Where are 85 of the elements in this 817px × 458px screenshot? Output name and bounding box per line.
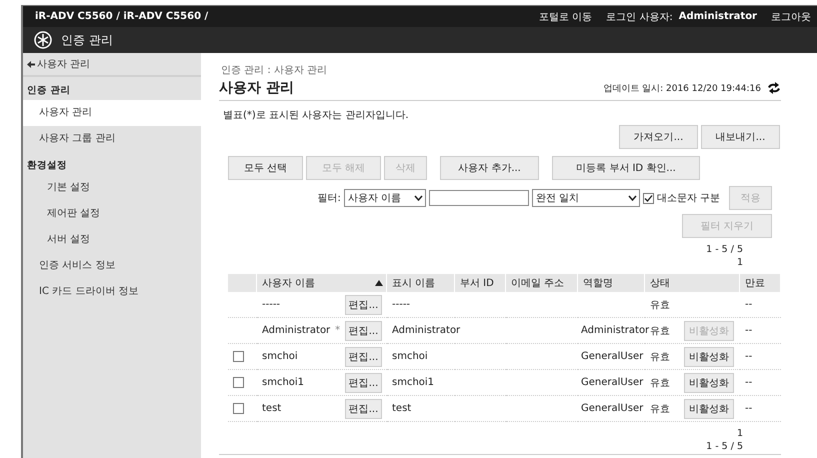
sidebar-item[interactable]: 기본 설정 [23, 175, 201, 201]
edit-button[interactable]: 편집... [345, 398, 382, 418]
role-name: GeneralUser [581, 377, 644, 388]
sidebar-item[interactable]: IC 카드 드라이버 정보 [23, 279, 201, 305]
role-name: Administrator [581, 325, 650, 336]
column-header[interactable]: 이메일 주소 [506, 274, 577, 292]
admin-note: 별표(*)로 표시된 사용자는 관리자입니다. [222, 109, 410, 123]
breadcrumb: 인증 관리 : 사용자 관리 [220, 64, 328, 78]
case-checkbox[interactable] [642, 192, 654, 204]
filter-text-field[interactable] [428, 190, 529, 206]
back-link[interactable]: 사용자 관리 [23, 53, 201, 77]
admin-mark: * [335, 325, 340, 336]
deactivate-button[interactable]: 비활성화 [684, 398, 734, 418]
user-name: smchoi [262, 351, 298, 362]
deactivate-button[interactable]: 비활성화 [684, 346, 734, 366]
display-name: Administrator [392, 325, 460, 336]
row-checkbox[interactable] [233, 351, 244, 362]
status-text: 유효 [650, 298, 670, 312]
page-title: 사용자 관리 [219, 79, 295, 97]
expiry-text: -- [745, 325, 752, 336]
role-name: GeneralUser [581, 351, 644, 362]
display-name: smchoi1 [392, 377, 434, 388]
match-select[interactable]: 완전 일치 [532, 189, 640, 207]
column-header[interactable]: 역할명 [578, 274, 644, 292]
caret-icon [628, 195, 637, 201]
deactivate-button[interactable]: 비활성화 [684, 372, 734, 392]
header-cell [228, 274, 256, 292]
page-range: 1 - 5 / 5 [706, 244, 743, 255]
login-label: 로그인 사용자: [606, 10, 673, 24]
row-checkbox[interactable] [233, 403, 244, 414]
action-button[interactable]: 사용자 추가... [440, 156, 539, 180]
user-name: test [262, 403, 282, 414]
status-text: 유효 [650, 402, 670, 416]
column-header[interactable]: 부서 ID [455, 274, 505, 292]
expiry-text: -- [745, 351, 752, 362]
display-name: test [392, 403, 412, 414]
device-path: iR-ADV C5560 / iR-ADV C5560 / [35, 11, 210, 22]
edit-button[interactable]: 편집... [345, 320, 382, 340]
portal-link[interactable]: 포털로 이동 [538, 10, 592, 24]
app-title: 인증 관리 [61, 32, 113, 48]
filter-field-select[interactable]: 사용자 이름 [344, 189, 426, 207]
column-header[interactable]: 만료 [740, 274, 780, 292]
display-name: ----- [392, 299, 410, 310]
user-name: smchoi1 [262, 377, 304, 388]
page-number[interactable]: 1 [736, 428, 743, 439]
page-number[interactable]: 1 [736, 257, 743, 268]
row-checkbox[interactable] [233, 377, 244, 388]
update-time: 업데이트 일시: 2016 12/20 19:44:16 [603, 82, 761, 94]
role-name: GeneralUser [581, 403, 644, 414]
status-text: 유효 [650, 350, 670, 364]
edit-button[interactable]: 편집... [345, 346, 382, 366]
edit-button[interactable]: 편집... [345, 294, 382, 314]
status-text: 유효 [650, 376, 670, 390]
action-button[interactable]: 미등록 부서 ID 확인... [552, 156, 700, 180]
column-header[interactable]: 상태 [645, 274, 739, 292]
sidebar-item[interactable]: 서버 설정 [23, 227, 201, 253]
logout-link[interactable]: 로그아웃 [771, 10, 811, 24]
filter-label: 필터: [317, 192, 341, 205]
sidebar-item[interactable]: 인증 서비스 정보 [23, 253, 201, 279]
caret-icon [414, 195, 423, 201]
sidebar-item[interactable]: 제어판 설정 [23, 201, 201, 227]
logo-icon [33, 30, 53, 50]
status-text: 유효 [650, 324, 670, 338]
sidebar-item[interactable]: 사용자 관리 [23, 100, 201, 126]
sort-icon [375, 280, 383, 286]
refresh-icon[interactable] [767, 82, 781, 94]
section-title: 인증 관리 [26, 84, 72, 98]
section-title: 환경설정 [26, 159, 68, 173]
expiry-text: -- [745, 299, 752, 310]
import-button[interactable]: 가져오기... [619, 125, 698, 149]
action-button[interactable]: 모두 선택 [228, 156, 303, 180]
sidebar-item[interactable]: 사용자 그룹 관리 [23, 126, 201, 152]
page-range: 1 - 5 / 5 [706, 441, 743, 452]
column-header[interactable]: 표시 이름 [387, 274, 454, 292]
user-name: Administrator [262, 325, 330, 336]
expiry-text: -- [745, 403, 752, 414]
back-arrow-icon [27, 60, 35, 68]
edit-button[interactable]: 편집... [345, 372, 382, 392]
user-name: ----- [262, 299, 280, 310]
display-name: smchoi [392, 351, 428, 362]
login-user: Administrator [678, 11, 757, 22]
case-label: 대소문자 구분 [656, 192, 720, 205]
export-button[interactable]: 내보내기... [701, 125, 780, 149]
expiry-text: -- [745, 377, 752, 388]
column-header[interactable]: 사용자 이름 [257, 274, 386, 292]
